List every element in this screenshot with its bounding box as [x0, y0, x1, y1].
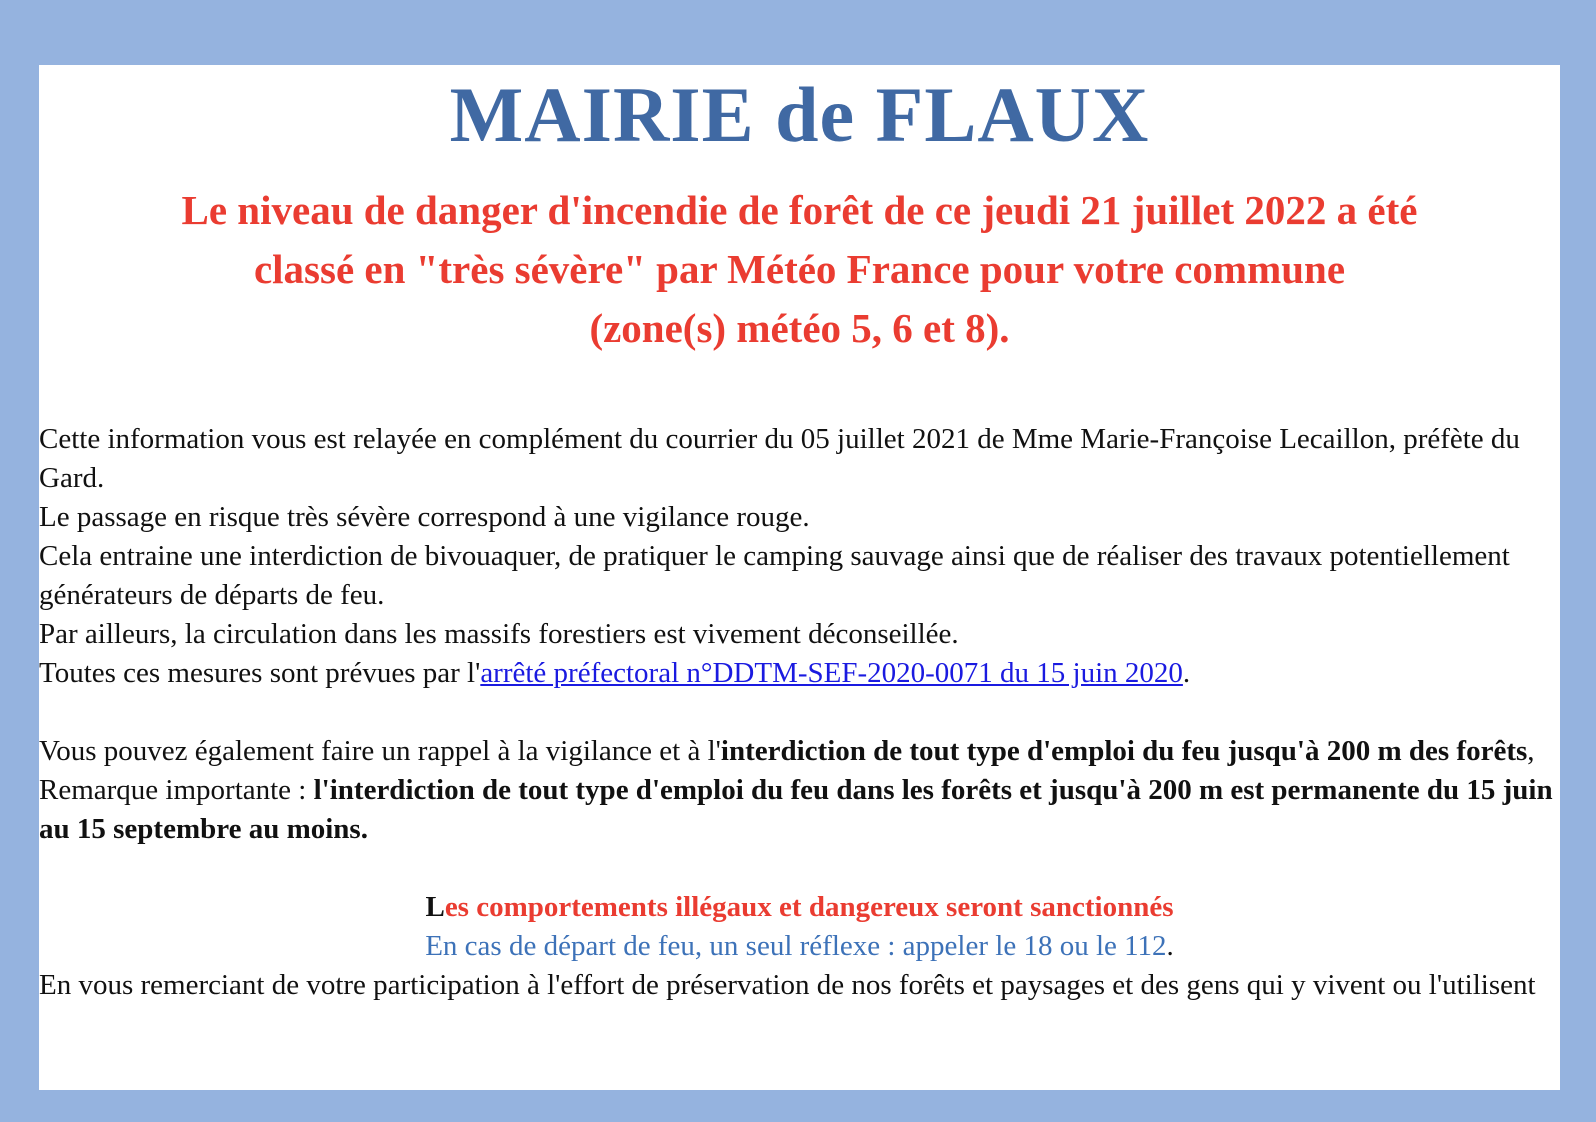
alert-line-3: (zone(s) météo 5, 6 et 8). — [589, 305, 1010, 351]
measures-prefix: Toutes ces mesures sont prévues par l' — [39, 657, 481, 689]
paragraph-red-vigilance: Le passage en risque très sévère corresp… — [39, 501, 810, 533]
alert-line-1: Le niveau de danger d'incendie de forêt … — [181, 187, 1418, 233]
paragraph-vigilance-reminder: Vous pouvez également faire un rappel à … — [39, 732, 1560, 771]
page: { "header": { "title": "MAIRIE de FLAUX"… — [0, 0, 1596, 1122]
paragraph-important-note: Remarque importante : l'interdiction de … — [39, 771, 1560, 849]
reminder-prefix: Vous pouvez également faire un rappel à … — [39, 735, 721, 767]
paragraph-prohibitions: Cela entraine une interdiction de bivoua… — [39, 540, 1510, 611]
prefectoral-decree-link[interactable]: arrêté préfectoral n°DDTM-SEF-2020-0071 … — [480, 657, 1183, 689]
measures-suffix: . — [1182, 657, 1191, 689]
paragraph-circulation: Par ailleurs, la circulation dans les ma… — [39, 618, 959, 650]
sanction-warning-initial: L — [425, 891, 445, 923]
fire-danger-alert: Le niveau de danger d'incendie de forêt … — [39, 181, 1560, 358]
emergency-reflex: En cas de départ de feu, un seul réflexe… — [39, 927, 1560, 966]
notice-body: Cette information vous est relayée en co… — [39, 420, 1560, 1005]
notice-panel: MAIRIE de FLAUX Le niveau de danger d'in… — [39, 65, 1560, 1090]
alert-line-2: classé en "très sévère" par Météo France… — [253, 246, 1346, 292]
paragraph-closing: En vous remerciant de votre participatio… — [39, 969, 1536, 1001]
sanction-warning-text: es comportements illégaux et dangereux s… — [444, 891, 1174, 923]
paragraph-info-source: Cette information vous est relayée en co… — [39, 423, 1520, 494]
page-title: MAIRIE de FLAUX — [449, 71, 1150, 158]
note-prefix: Remarque importante : — [39, 774, 314, 806]
emergency-reflex-suffix: . — [1166, 930, 1174, 962]
emergency-reflex-text: En cas de départ de feu, un seul réflexe… — [425, 930, 1167, 962]
reminder-bold: interdiction de tout type d'emploi du fe… — [720, 735, 1528, 767]
sanction-warning: Les comportements illégaux et dangereux … — [39, 888, 1560, 927]
reminder-suffix: , — [1527, 735, 1535, 767]
paragraph-measures: Toutes ces mesures sont prévues par l'ar… — [39, 654, 1560, 693]
